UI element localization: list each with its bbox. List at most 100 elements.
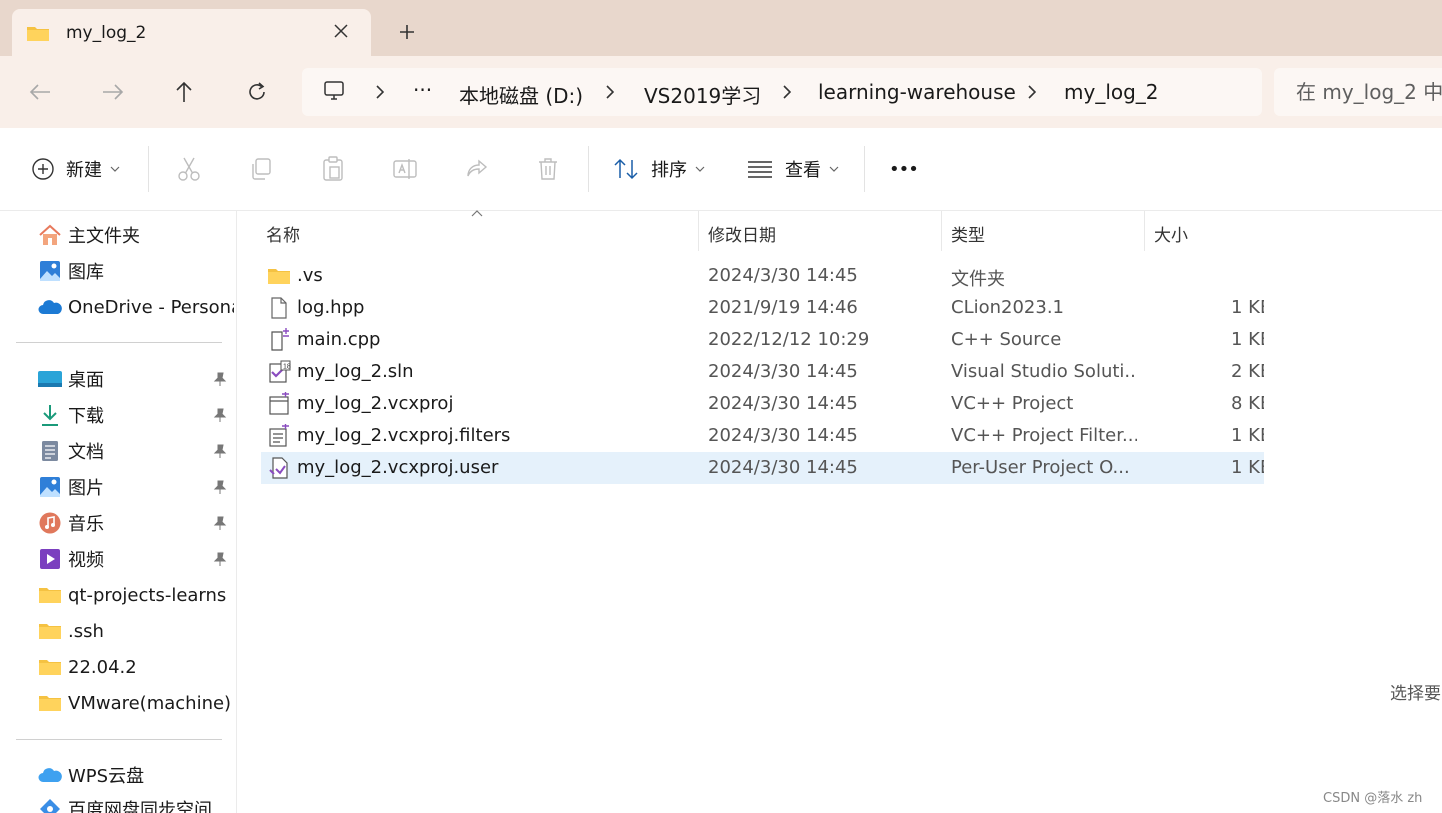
home-icon bbox=[38, 223, 62, 247]
sidebar-item-music[interactable]: 音乐 bbox=[38, 509, 234, 537]
sidebar-item-label: 桌面 bbox=[68, 370, 104, 391]
details-hint: 选择要 bbox=[1390, 684, 1441, 704]
share-button[interactable] bbox=[465, 152, 489, 186]
file-size: 1 KB bbox=[1231, 425, 1264, 446]
sidebar-item-ssh[interactable]: .ssh bbox=[38, 617, 234, 645]
folder-icon bbox=[27, 26, 49, 41]
pin-icon[interactable] bbox=[212, 407, 228, 423]
sidebar-item-qt-projects-learns[interactable]: qt-projects-learns bbox=[38, 581, 234, 609]
sort-button-label: 排序 bbox=[651, 160, 687, 181]
folder-icon bbox=[38, 691, 62, 715]
breadcrumb-vs2019[interactable]: VS2019学习 bbox=[644, 80, 761, 109]
pin-icon[interactable] bbox=[212, 443, 228, 459]
copy-icon bbox=[252, 158, 271, 180]
breadcrumb-drive[interactable]: 本地磁盘 (D:) bbox=[459, 80, 583, 109]
pin-icon[interactable] bbox=[212, 479, 228, 495]
title-bar: my_log_2 bbox=[0, 0, 1442, 56]
rename-button[interactable] bbox=[392, 152, 418, 186]
file-type: CLion2023.1 bbox=[951, 297, 1065, 318]
folder-icon bbox=[268, 269, 290, 284]
breadcrumb-overflow[interactable]: ··· bbox=[413, 78, 432, 102]
music-icon bbox=[38, 511, 62, 535]
sidebar-item-pictures[interactable]: 图片 bbox=[38, 473, 234, 501]
file-type: Per-User Project O... bbox=[951, 457, 1130, 478]
tab-my-log-2[interactable]: my_log_2 bbox=[12, 9, 371, 56]
watermark: CSDN @落水 zh bbox=[1323, 791, 1423, 806]
sidebar-divider bbox=[16, 342, 222, 343]
delete-button[interactable] bbox=[537, 152, 559, 186]
view-button[interactable]: 查看 bbox=[747, 152, 839, 186]
command-bar: 新建 排序 查看 ••• bbox=[0, 128, 1442, 211]
column-divider[interactable] bbox=[1144, 211, 1145, 251]
file-row[interactable]: 18 my_log_2.sln 2024/3/30 14:45 Visual S… bbox=[261, 356, 1264, 388]
arrow-up-icon[interactable] bbox=[168, 76, 200, 108]
user-file-icon bbox=[269, 457, 288, 479]
file-row[interactable]: .vs 2024/3/30 14:45 文件夹 bbox=[261, 260, 1264, 292]
paste-button[interactable] bbox=[321, 152, 345, 186]
sidebar-item-label: 百度网盘同步空间 bbox=[68, 800, 212, 813]
file-row[interactable]: my_log_2.vcxproj 2024/3/30 14:45 VC++ Pr… bbox=[261, 388, 1264, 420]
folder-icon bbox=[38, 655, 62, 679]
folder-icon bbox=[38, 583, 62, 607]
file-row-selected[interactable]: my_log_2.vcxproj.user 2024/3/30 14:45 Pe… bbox=[261, 452, 1264, 484]
sidebar-item-label: VMware(machine) bbox=[68, 692, 232, 714]
file-date: 2024/3/30 14:45 bbox=[708, 361, 858, 382]
sidebar-item-vmware[interactable]: VMware(machine) bbox=[38, 689, 234, 717]
sidebar-item-downloads[interactable]: 下载 bbox=[38, 401, 234, 429]
sidebar-item-label: 22.04.2 bbox=[68, 656, 137, 678]
file-row[interactable]: my_log_2.vcxproj.filters 2024/3/30 14:45… bbox=[261, 420, 1264, 452]
file-date: 2024/3/30 14:45 bbox=[708, 265, 858, 286]
arrow-left-icon[interactable] bbox=[24, 76, 56, 108]
rename-icon bbox=[393, 159, 417, 179]
sidebar-item-home[interactable]: 主文件夹 bbox=[38, 221, 234, 249]
file-type: Visual Studio Soluti... bbox=[951, 361, 1137, 382]
copy-button[interactable] bbox=[249, 152, 273, 186]
sidebar-item-videos[interactable]: 视频 bbox=[38, 545, 234, 573]
breadcrumb-learning-warehouse[interactable]: learning-warehouse bbox=[818, 80, 1016, 104]
column-divider[interactable] bbox=[698, 211, 699, 251]
sidebar-item-baidu-netdisk[interactable]: 百度网盘同步空间 bbox=[38, 795, 234, 813]
desktop-icon bbox=[38, 367, 62, 391]
file-row[interactable]: main.cpp 2022/12/12 10:29 C++ Source 1 K… bbox=[261, 324, 1264, 356]
file-type: VC++ Project Filter... bbox=[951, 425, 1137, 446]
chevron-down-icon bbox=[695, 166, 705, 172]
more-icon: ••• bbox=[889, 158, 919, 180]
plus-circle-icon bbox=[32, 158, 54, 180]
new-button[interactable]: 新建 bbox=[32, 152, 120, 186]
sidebar-item-22-04-2[interactable]: 22.04.2 bbox=[38, 653, 234, 681]
sidebar-item-label: 图片 bbox=[68, 478, 104, 499]
column-header-date[interactable]: 修改日期 bbox=[708, 221, 776, 246]
sidebar-item-desktop[interactable]: 桌面 bbox=[38, 365, 234, 393]
new-button-label: 新建 bbox=[66, 160, 102, 181]
file-row[interactable]: log.hpp 2021/9/19 14:46 CLion2023.1 1 KB bbox=[261, 292, 1264, 324]
column-header-size[interactable]: 大小 bbox=[1154, 221, 1188, 246]
close-icon[interactable] bbox=[331, 21, 351, 41]
sidebar-item-label: OneDrive - Personal bbox=[68, 296, 234, 318]
breadcrumb-my-log-2[interactable]: my_log_2 bbox=[1064, 80, 1159, 104]
refresh-icon[interactable] bbox=[241, 76, 273, 108]
column-header-name[interactable]: 名称 bbox=[266, 221, 300, 246]
pin-icon[interactable] bbox=[212, 551, 228, 567]
arrow-right-icon[interactable] bbox=[97, 76, 129, 108]
sort-icon bbox=[614, 158, 638, 180]
sort-button[interactable]: 排序 bbox=[613, 152, 705, 186]
search-input[interactable]: 在 my_log_2 中搜 bbox=[1274, 68, 1442, 116]
file-name: .vs bbox=[297, 265, 323, 286]
more-options-button[interactable]: ••• bbox=[889, 152, 919, 186]
plus-icon[interactable] bbox=[395, 20, 419, 44]
sidebar-item-gallery[interactable]: 图库 bbox=[38, 257, 234, 285]
file-date: 2024/3/30 14:45 bbox=[708, 393, 858, 414]
sidebar-item-wps-cloud[interactable]: WPS云盘 bbox=[38, 761, 234, 789]
monitor-icon[interactable] bbox=[322, 79, 346, 103]
pin-icon[interactable] bbox=[212, 515, 228, 531]
address-bar[interactable]: ··· 本地磁盘 (D:) VS2019学习 learning-warehous… bbox=[302, 68, 1262, 116]
chevron-right-icon bbox=[602, 82, 618, 102]
column-divider[interactable] bbox=[941, 211, 942, 251]
file-size: 1 KB bbox=[1231, 297, 1264, 318]
sidebar-item-onedrive[interactable]: OneDrive - Personal bbox=[38, 293, 234, 321]
cut-button[interactable] bbox=[177, 152, 201, 186]
sidebar-item-documents[interactable]: 文档 bbox=[38, 437, 234, 465]
pin-icon[interactable] bbox=[212, 371, 228, 387]
column-header-type[interactable]: 类型 bbox=[951, 221, 985, 246]
gallery-icon bbox=[38, 259, 62, 283]
